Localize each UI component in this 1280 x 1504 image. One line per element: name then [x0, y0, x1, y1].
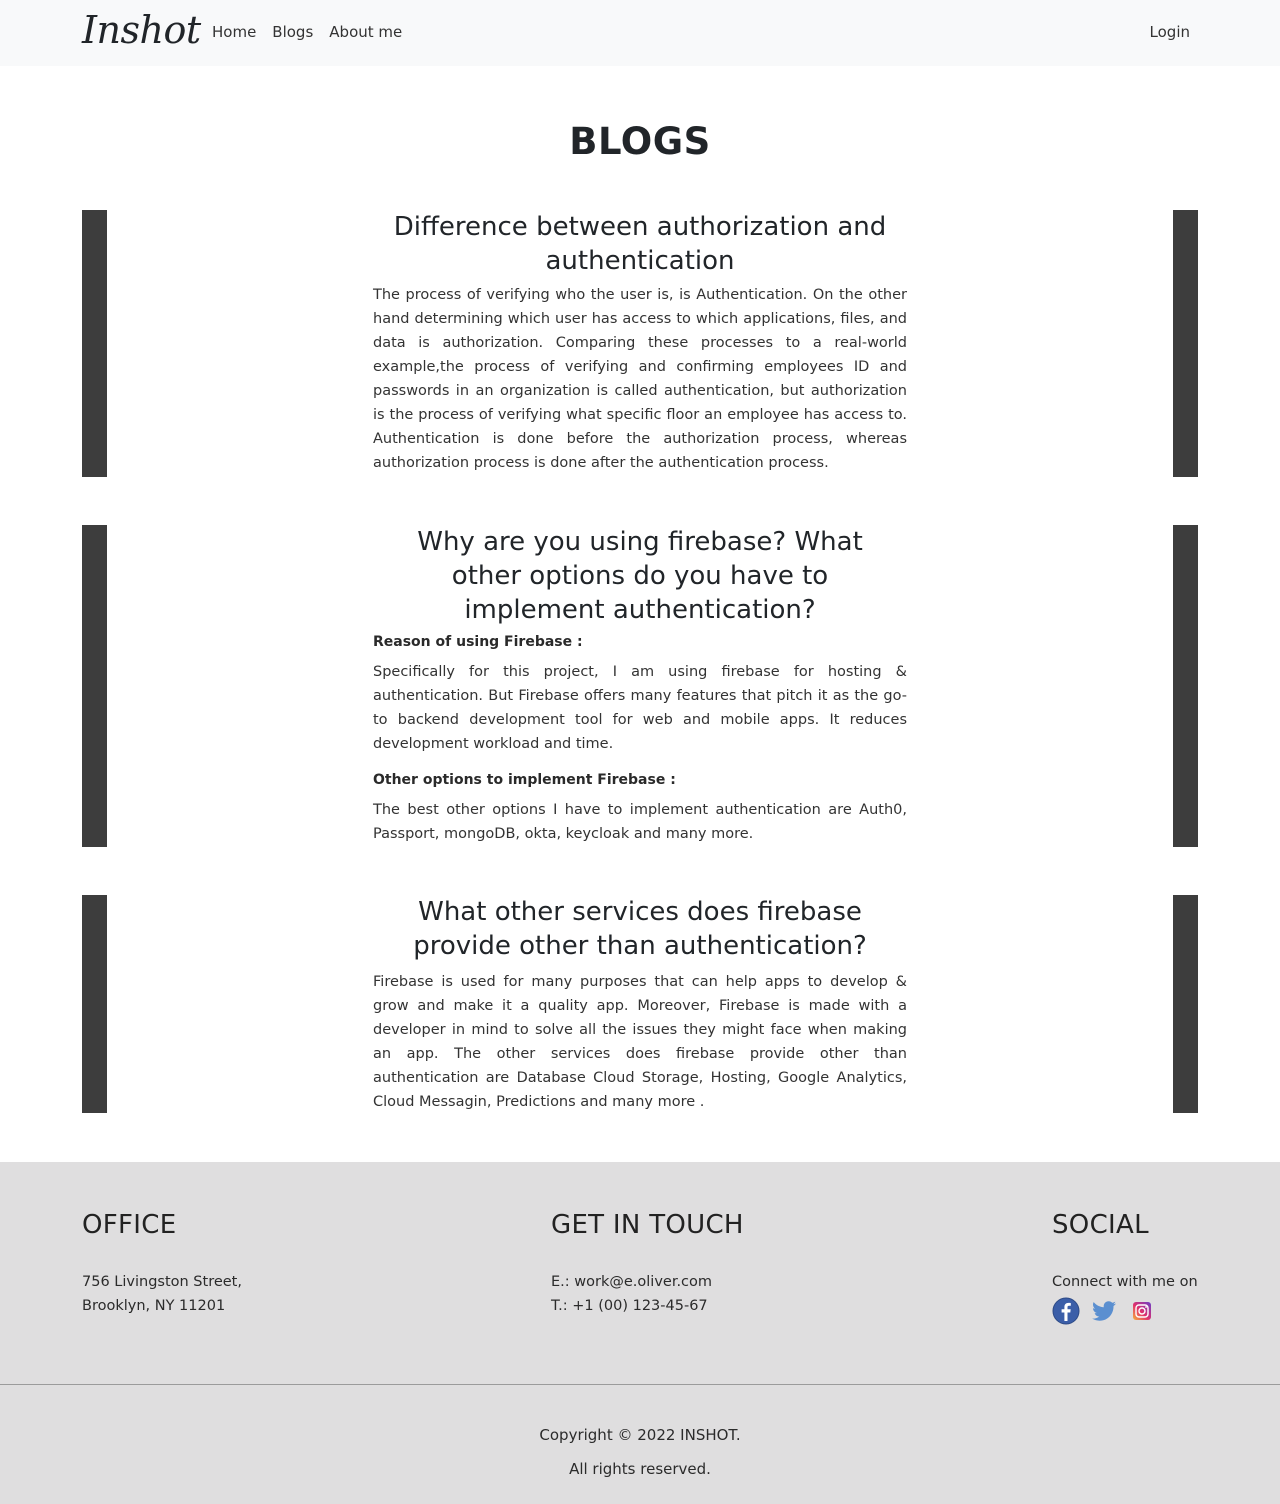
- blog-title: Why are you using firebase? What other o…: [417, 527, 863, 625]
- footer-office: OFFICE 756 Livingston Street, Brooklyn, …: [82, 1210, 242, 1318]
- address-line: 756 Livingston Street,: [82, 1274, 242, 1290]
- address-line: Brooklyn, NY 11201: [82, 1298, 226, 1314]
- left-accent-bar: [82, 525, 107, 847]
- footer-heading: GET IN TOUCH: [551, 1210, 744, 1240]
- left-accent-bar: [82, 895, 107, 1113]
- contact-phone[interactable]: T.: +1 (00) 123-45-67: [551, 1294, 744, 1318]
- social-icons: [1052, 1297, 1198, 1325]
- footer-divider: [0, 1384, 1280, 1385]
- blog-card: Why are you using firebase? What other o…: [0, 525, 1280, 847]
- right-accent-bar: [1173, 525, 1198, 847]
- page-title: BLOGS: [569, 120, 711, 163]
- social-text: Connect with me on: [1052, 1274, 1198, 1290]
- facebook-icon[interactable]: [1052, 1297, 1080, 1325]
- blog-title: Difference between authorization and aut…: [393, 212, 887, 276]
- nav-link-blogs[interactable]: Blogs: [272, 23, 313, 41]
- footer-heading: SOCIAL: [1052, 1210, 1149, 1240]
- left-accent-bar: [82, 210, 107, 477]
- blog-body: Firebase is used for many purposes that …: [373, 974, 907, 1110]
- copyright-text: Copyright © 2022 INSHOT.: [539, 1426, 741, 1444]
- blog-card: What other services does firebase provid…: [0, 895, 1280, 1113]
- instagram-icon[interactable]: [1128, 1297, 1156, 1325]
- footer-contact: GET IN TOUCH E.: work@e.oliver.com T.: +…: [551, 1210, 744, 1318]
- blog-title: What other services does firebase provid…: [413, 897, 867, 961]
- footer: OFFICE 756 Livingston Street, Brooklyn, …: [0, 1162, 1280, 1504]
- login-link[interactable]: Login: [1150, 23, 1190, 41]
- blog-body: Specifically for this project, I am usin…: [373, 664, 907, 752]
- twitter-icon[interactable]: [1090, 1297, 1118, 1325]
- footer-social: SOCIAL Connect with me on: [1052, 1210, 1198, 1325]
- right-accent-bar: [1173, 210, 1198, 477]
- nav-links: Home Blogs About me: [212, 23, 402, 41]
- blog-card: Difference between authorization and aut…: [0, 210, 1280, 477]
- navbar: Inshot Home Blogs About me Login: [0, 0, 1280, 66]
- blog-body: The best other options I have to impleme…: [373, 802, 907, 842]
- blog-subheading: Reason of using Firebase :: [373, 634, 583, 650]
- brand-logo[interactable]: Inshot: [82, 8, 201, 52]
- rights-text: All rights reserved.: [569, 1460, 711, 1478]
- nav-link-about[interactable]: About me: [329, 23, 402, 41]
- blog-subheading: Other options to implement Firebase :: [373, 772, 676, 788]
- main-content: BLOGS Difference between authorization a…: [0, 120, 1280, 1113]
- footer-heading: OFFICE: [82, 1210, 177, 1240]
- right-accent-bar: [1173, 895, 1198, 1113]
- nav-link-home[interactable]: Home: [212, 23, 256, 41]
- contact-email[interactable]: E.: work@e.oliver.com: [551, 1270, 744, 1294]
- blog-body: The process of verifying who the user is…: [373, 287, 907, 471]
